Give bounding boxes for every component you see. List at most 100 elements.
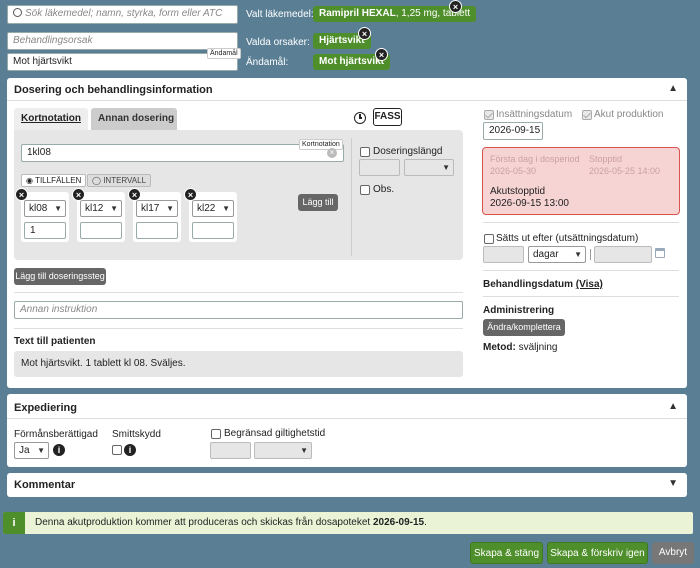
chevron-down-icon: ▼: [110, 204, 118, 213]
duration-checkbox[interactable]: [360, 147, 370, 157]
add-dosing-step-button[interactable]: Lägg till doseringssteg: [14, 268, 106, 285]
stop-time-label: Stopptid: [589, 154, 623, 164]
chevron-down-icon: ▼: [37, 446, 45, 455]
remove-occasion-button[interactable]: ×: [15, 188, 28, 201]
remove-purpose-button[interactable]: ×: [375, 48, 388, 61]
remove-occasion-button[interactable]: ×: [72, 188, 85, 201]
occasion-time-select[interactable]: kl08 ▼: [24, 200, 66, 217]
mode-interval[interactable]: ◯ INTERVALL: [87, 174, 152, 187]
clear-notation-icon[interactable]: ×: [327, 148, 337, 158]
short-notation-tag: Kortnotation: [299, 139, 343, 150]
dose-period-alert: Första dag i dosperiod 2026-05-30 Stoppt…: [482, 147, 680, 215]
calendar-icon[interactable]: [655, 248, 665, 258]
duration-input[interactable]: [359, 159, 400, 176]
other-instruction-input[interactable]: Annan instruktion: [14, 301, 463, 319]
acute-production-checkbox[interactable]: [582, 110, 592, 120]
clock-icon[interactable]: [354, 112, 366, 124]
obs-checkbox[interactable]: [360, 185, 370, 195]
occasion-time-select[interactable]: kl17 ▼: [136, 200, 178, 217]
create-prescribe-again-button[interactable]: Skapa & förskriv igen: [547, 542, 648, 564]
tab-short-notation[interactable]: Kortnotation: [14, 108, 88, 130]
discontinue-label: Sätts ut efter (utsättningsdatum): [496, 233, 639, 244]
duration-label: Doseringslängd: [373, 146, 443, 157]
purpose-input[interactable]: Mot hjärtsvikt: [7, 53, 238, 71]
benefit-label: Förmånsberättigad: [14, 429, 98, 440]
remove-occasion-button[interactable]: ×: [184, 188, 197, 201]
occasion-time-select[interactable]: kl22 ▼: [192, 200, 234, 217]
info-icon[interactable]: i: [124, 444, 136, 456]
comment-panel-title: Kommentar: [14, 479, 76, 491]
limited-validity-unit-select[interactable]: ▼: [254, 442, 312, 459]
occasion-time-select[interactable]: kl12 ▼: [80, 200, 122, 217]
acute-stop-value: 2026-09-15 13:00: [490, 198, 569, 209]
occasion-amount-input[interactable]: 1: [24, 222, 66, 239]
infection-label: Smittskydd: [112, 429, 161, 440]
reason-input[interactable]: Behandlingsorsak: [7, 32, 238, 50]
occasion-amount-input[interactable]: [136, 222, 178, 239]
chevron-down-icon: ▼: [442, 163, 450, 172]
dosing-panel-title: Dosering och behandlingsinformation: [14, 84, 213, 96]
search-icon: [13, 8, 22, 17]
comment-panel[interactable]: Kommentar ▼: [7, 473, 687, 497]
limited-validity-input[interactable]: [210, 442, 251, 459]
patient-text-box: Mot hjärtsvikt. 1 tablett kl 08. Sväljes…: [14, 351, 463, 377]
limited-validity-checkbox[interactable]: [211, 429, 221, 439]
chevron-down-icon: ▼: [222, 204, 230, 213]
occasion-card: kl08 ▼ 1: [21, 192, 69, 242]
add-occasion-button[interactable]: Lägg till: [298, 194, 338, 211]
create-close-button[interactable]: Skapa & stäng: [470, 542, 543, 564]
purpose-label: Ändamål:: [246, 57, 289, 68]
start-date-input[interactable]: 2026-09-15: [483, 122, 543, 140]
show-treatment-date-link[interactable]: (Visa): [576, 279, 603, 290]
radio-selected-icon: ◉: [26, 176, 36, 185]
occasion-card: kl17 ▼: [133, 192, 181, 242]
occasion-amount-input[interactable]: [192, 222, 234, 239]
method-row: Metod: sväljning: [483, 342, 558, 353]
notice-bar: i Denna akutproduktion kommer att produc…: [3, 512, 693, 534]
chevron-down-icon: ▼: [54, 204, 62, 213]
selected-reasons-label: Valda orsaker:: [246, 37, 310, 48]
acute-stop-label: Akutstopptid: [490, 186, 546, 197]
remove-drug-button[interactable]: ×: [449, 0, 462, 13]
patient-text-label: Text till patienten: [14, 336, 96, 347]
discontinue-unit-select[interactable]: dagar ▼: [528, 246, 586, 263]
discontinue-checkbox[interactable]: [484, 234, 494, 244]
cancel-button[interactable]: Avbryt: [652, 542, 694, 564]
info-icon[interactable]: i: [53, 444, 65, 456]
info-icon: i: [3, 512, 25, 534]
dispensing-panel: Expediering ▲ Förmånsberättigad Ja ▼ i Sm…: [7, 394, 687, 467]
purpose-field-tag: Ändamål: [207, 48, 241, 59]
remove-occasion-button[interactable]: ×: [128, 188, 141, 201]
drug-search-input[interactable]: Sök läkemedel; namn, styrka, form eller …: [7, 5, 238, 24]
treatment-date-label: Behandlingsdatum (Visa): [483, 279, 603, 290]
occasion-card: kl22 ▼: [189, 192, 237, 242]
chevron-down-icon: ▼: [166, 204, 174, 213]
expand-comment-button[interactable]: ▼: [668, 478, 678, 489]
administration-label: Administrering: [483, 305, 555, 316]
dispensing-panel-title: Expediering: [14, 402, 77, 414]
change-administration-button[interactable]: Ändra/komplettera: [483, 319, 565, 336]
short-notation-input[interactable]: 1kl08: [21, 144, 344, 162]
first-day-value: 2026-05-30: [490, 166, 537, 176]
start-date-checkbox[interactable]: [484, 110, 494, 120]
discontinue-date-input[interactable]: [594, 246, 652, 263]
infection-checkbox[interactable]: [112, 445, 122, 455]
stop-time-value: 2026-05-25 14:00: [589, 166, 661, 176]
tab-other-dosing[interactable]: Annan dosering: [91, 108, 177, 130]
remove-reason-button[interactable]: ×: [358, 27, 371, 40]
benefit-select[interactable]: Ja ▼: [14, 442, 49, 459]
discontinue-amount-input[interactable]: [483, 246, 524, 263]
collapse-dosing-button[interactable]: ▲: [668, 83, 678, 94]
radio-icon: ◯: [92, 176, 104, 185]
mode-occasions[interactable]: ◉ TILLFÄLLEN: [21, 174, 87, 187]
occasion-card: kl12 ▼: [77, 192, 125, 242]
chevron-down-icon: ▼: [300, 446, 308, 455]
obs-label: Obs.: [373, 184, 395, 195]
duration-unit-select[interactable]: ▼: [404, 159, 454, 176]
collapse-dispensing-button[interactable]: ▲: [668, 401, 678, 412]
first-day-label: Första dag i dosperiod: [490, 154, 580, 164]
selected-drug-label: Valt läkemedel:: [246, 9, 314, 20]
occasion-amount-input[interactable]: [80, 222, 122, 239]
fass-button[interactable]: FASS: [373, 108, 402, 126]
limited-validity-label: Begränsad giltighetstid: [224, 428, 326, 439]
